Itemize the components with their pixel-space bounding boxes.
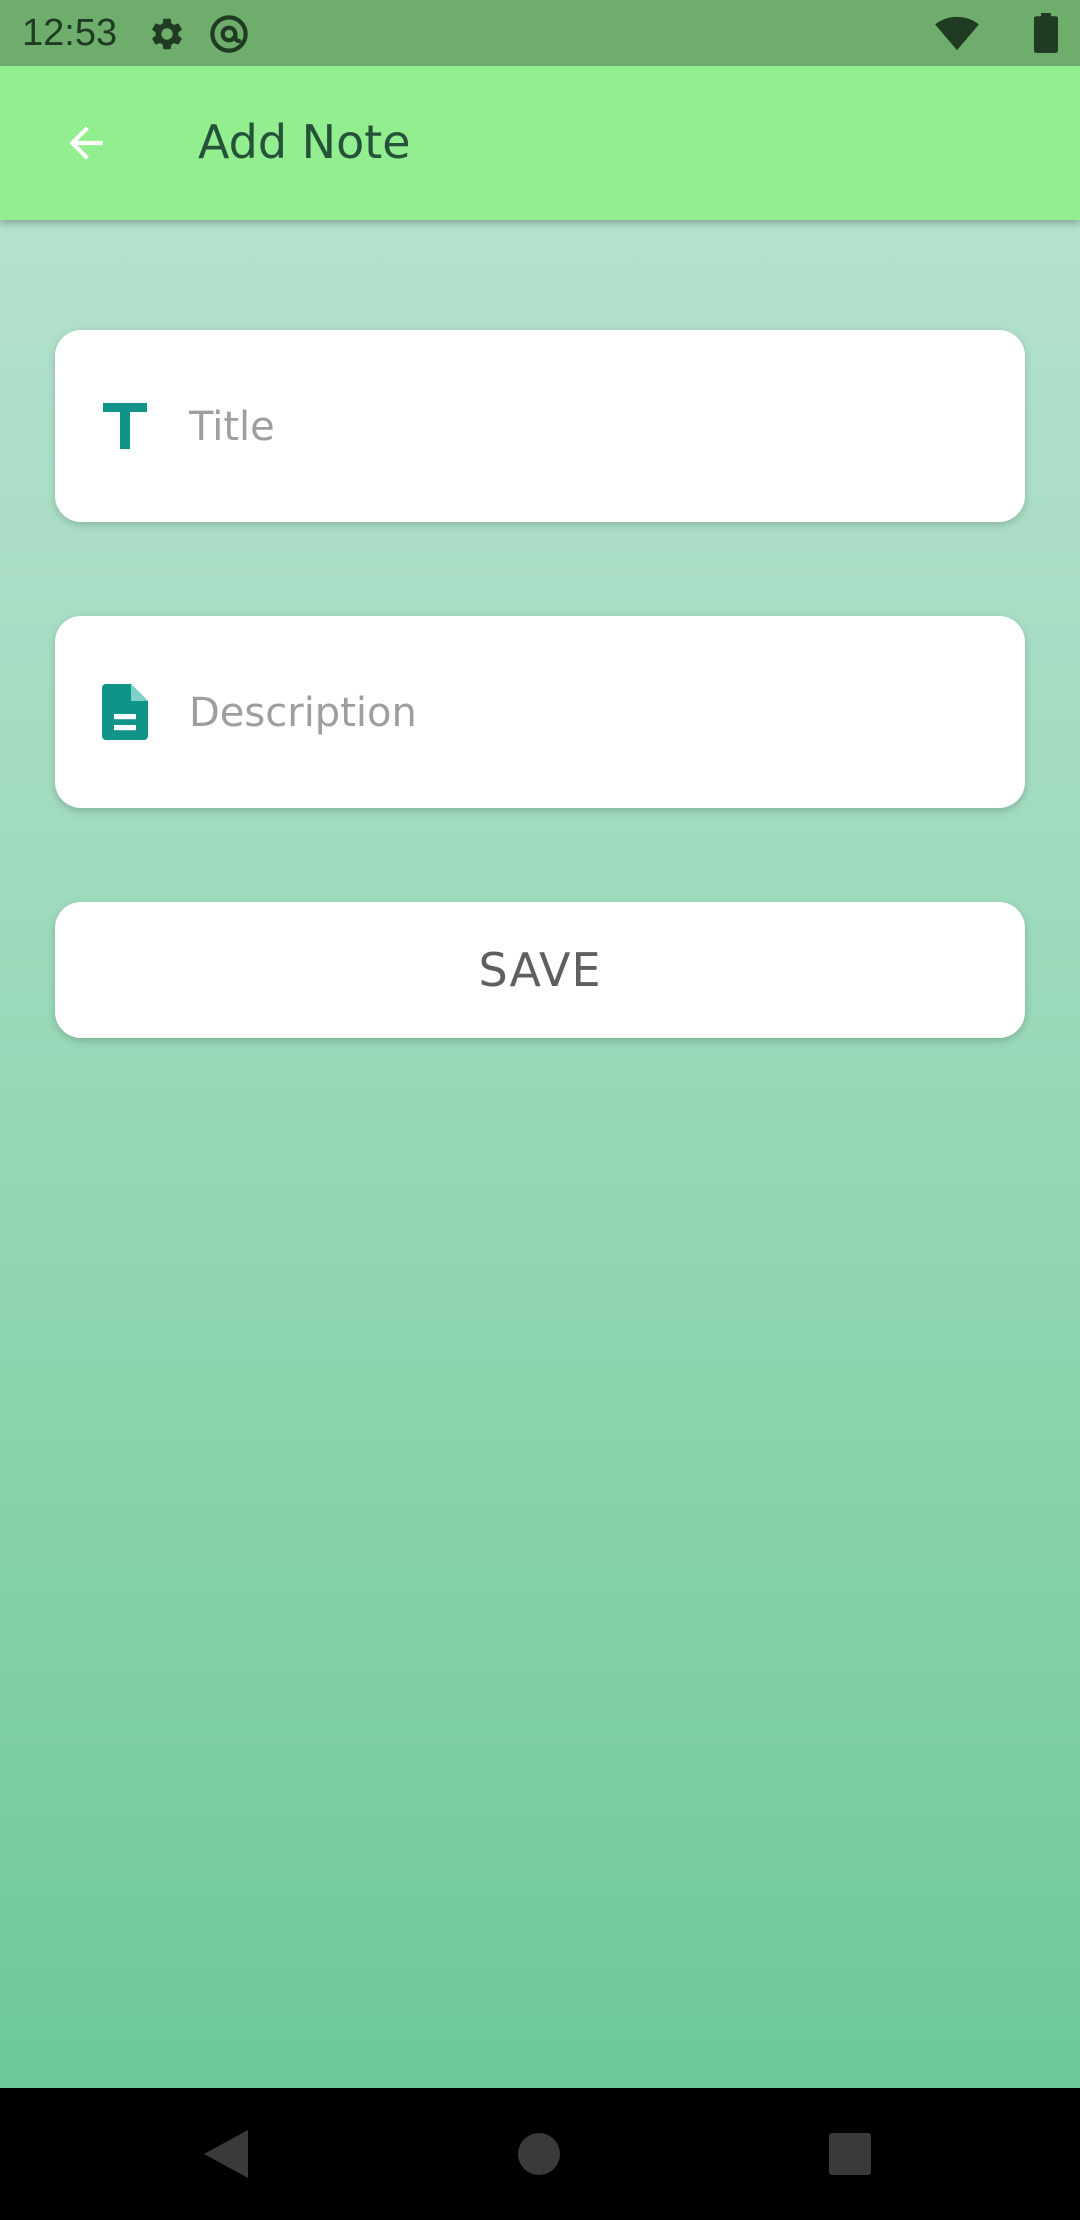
app-bar: Add Note <box>0 66 1080 220</box>
battery-icon <box>1034 13 1058 53</box>
title-field-card <box>55 330 1025 522</box>
at-sign-icon <box>210 15 248 53</box>
back-triangle-icon[interactable] <box>204 2130 248 2178</box>
arrow-left-icon <box>69 126 103 160</box>
gear-icon <box>152 18 182 50</box>
status-time: 12:53 <box>22 12 118 54</box>
description-input[interactable] <box>187 662 991 764</box>
document-icon <box>95 682 155 742</box>
add-note-screen: 12:53 Add Note Title Description SAVE <box>0 0 1080 2220</box>
status-bar: 12:53 <box>0 0 1080 66</box>
page-title: Add Note <box>198 115 411 169</box>
navigation-bar <box>0 2088 1080 2220</box>
title-input[interactable] <box>187 376 991 478</box>
wifi-icon <box>935 16 979 51</box>
text-t-icon <box>95 396 155 456</box>
back-button[interactable] <box>40 97 132 189</box>
save-button[interactable]: SAVE <box>55 902 1025 1038</box>
description-field-card <box>55 616 1025 808</box>
home-circle-icon[interactable] <box>518 2133 560 2175</box>
recents-square-icon[interactable] <box>829 2133 871 2175</box>
